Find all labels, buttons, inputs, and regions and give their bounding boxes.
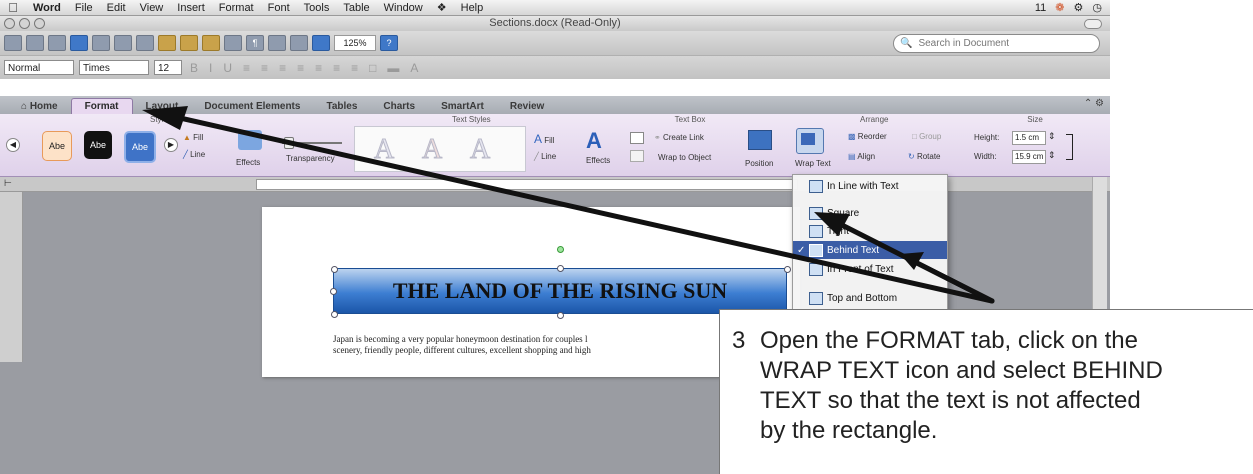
callout-line-2: WRAP TEXT icon and select BEHIND bbox=[760, 357, 1163, 384]
callout-line-3: TEXT so that the text is not affected bbox=[760, 387, 1141, 414]
callout-line-4: by the rectangle. bbox=[760, 417, 938, 444]
arrowhead-format-tab bbox=[142, 106, 188, 130]
callout-line-1-text: Open the FORMAT tab, click on the bbox=[760, 327, 1138, 354]
callout-step-number: 3 bbox=[732, 327, 746, 354]
arrow-to-behind-text bbox=[912, 259, 995, 304]
instruction-callout: 3 Open the FORMAT tab, click on the WRAP … bbox=[719, 309, 1253, 474]
arrow-to-format-tab bbox=[177, 115, 995, 304]
callout-line-1: 3 Open the FORMAT tab, click on the bbox=[732, 326, 1245, 356]
